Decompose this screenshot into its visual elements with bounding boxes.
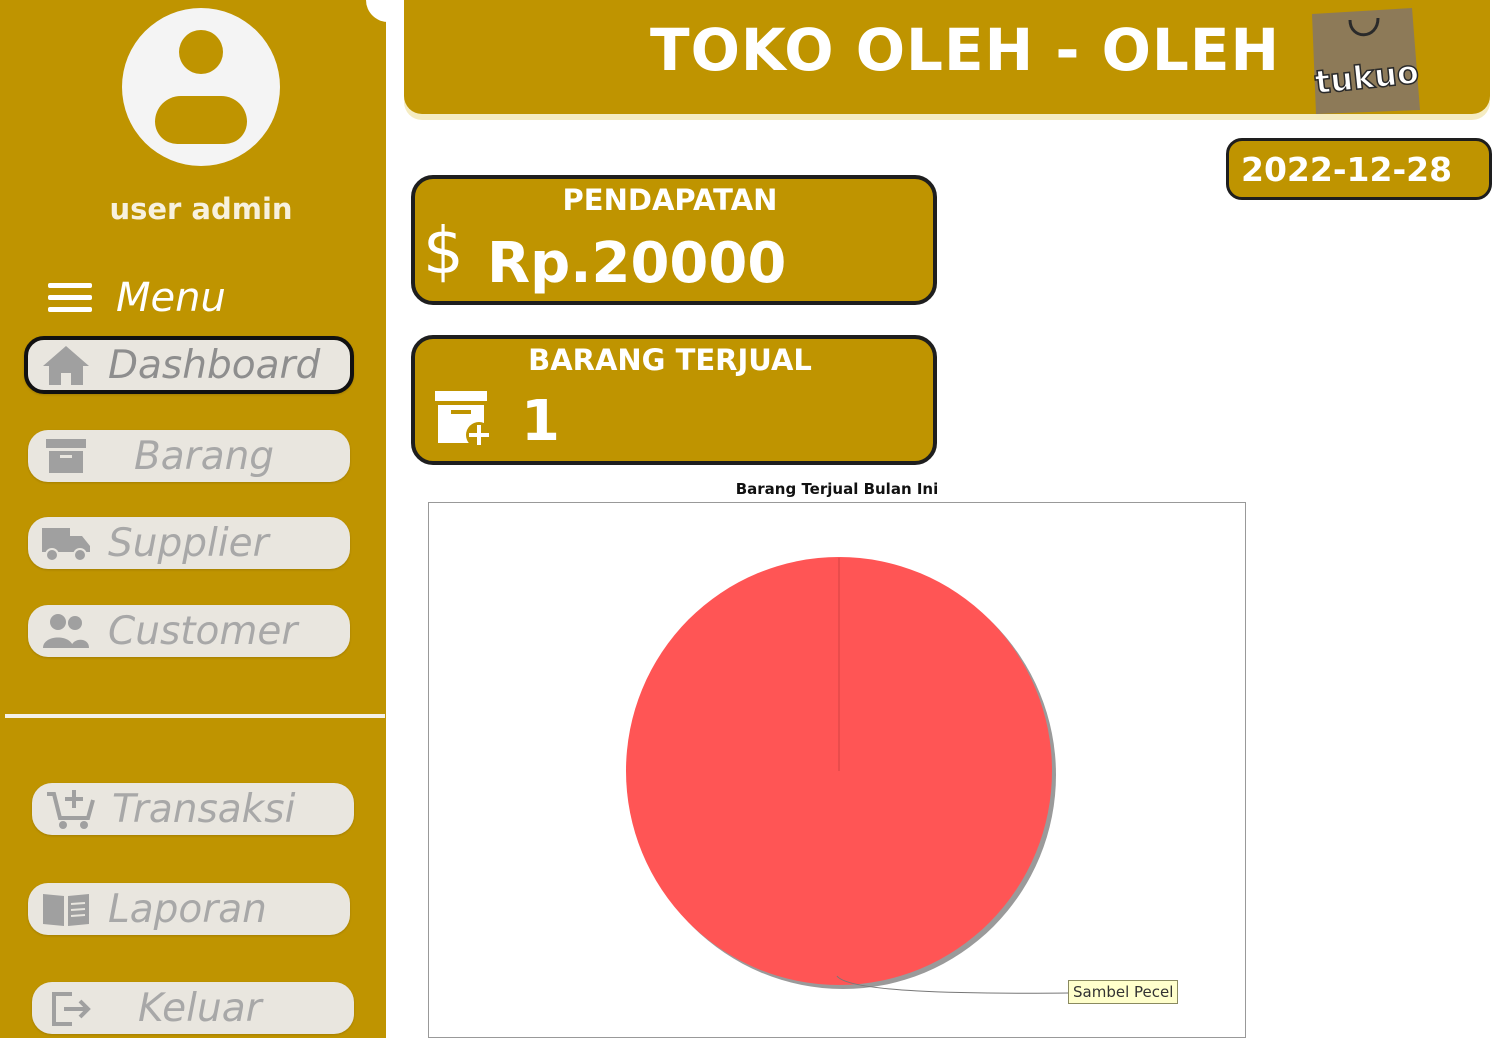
sidebar-item-transaksi[interactable]: Transaksi — [32, 783, 354, 835]
user-avatar-icon — [122, 8, 280, 166]
pie-slice-label: Sambel Pecel — [1068, 980, 1179, 1004]
archive-icon — [38, 433, 94, 479]
items-sold-value: 1 — [521, 389, 560, 454]
menu-label: Menu — [116, 275, 226, 321]
menu-header: Menu — [48, 272, 226, 324]
revenue-title: PENDAPATAN — [562, 183, 778, 217]
logout-icon — [42, 985, 98, 1031]
book-icon — [38, 886, 94, 932]
hamburger-icon[interactable] — [48, 281, 92, 315]
page-title: TOKO OLEH - OLEH — [650, 16, 1281, 84]
sidebar-item-label: Laporan — [108, 886, 267, 932]
sidebar-item-dashboard[interactable]: Dashboard — [24, 336, 354, 394]
revenue-card: PENDAPATAN $ Rp.20000 — [411, 175, 937, 305]
items-sold-card: BARANG TERJUAL 1 — [411, 335, 937, 465]
sidebar-item-label: Barang — [134, 433, 275, 479]
sidebar-item-supplier[interactable]: Supplier — [28, 517, 350, 569]
sidebar-item-customer[interactable]: Customer — [28, 605, 350, 657]
sidebar-item-barang[interactable]: Barang — [28, 430, 350, 482]
archive-add-icon — [433, 389, 495, 453]
sidebar-item-label: Customer — [108, 608, 298, 654]
truck-icon — [38, 520, 94, 566]
sidebar-divider — [5, 714, 385, 718]
chart-title: Barang Terjual Bulan Ini — [735, 480, 939, 498]
sidebar-item-laporan[interactable]: Laporan — [28, 883, 350, 935]
date-display: 2022-12-28 — [1226, 138, 1492, 200]
cart-add-icon — [42, 786, 98, 832]
store-logo: tukuo — [1302, 6, 1432, 114]
sidebar-item-label: Dashboard — [108, 342, 321, 388]
sidebar-item-label: Transaksi — [112, 786, 296, 832]
sidebar-item-label: Supplier — [108, 520, 269, 566]
pie-chart-svg — [626, 557, 1070, 994]
items-sold-title: BARANG TERJUAL — [528, 343, 812, 377]
user-name: user admin — [109, 192, 293, 226]
sidebar-item-keluar[interactable]: Keluar — [32, 982, 354, 1034]
home-icon — [38, 342, 94, 388]
sidebar-item-label: Keluar — [138, 985, 262, 1031]
dollar-icon: $ — [423, 215, 464, 289]
pie-chart — [428, 502, 1246, 1038]
revenue-value: Rp.20000 — [487, 231, 787, 296]
people-icon — [38, 608, 94, 654]
